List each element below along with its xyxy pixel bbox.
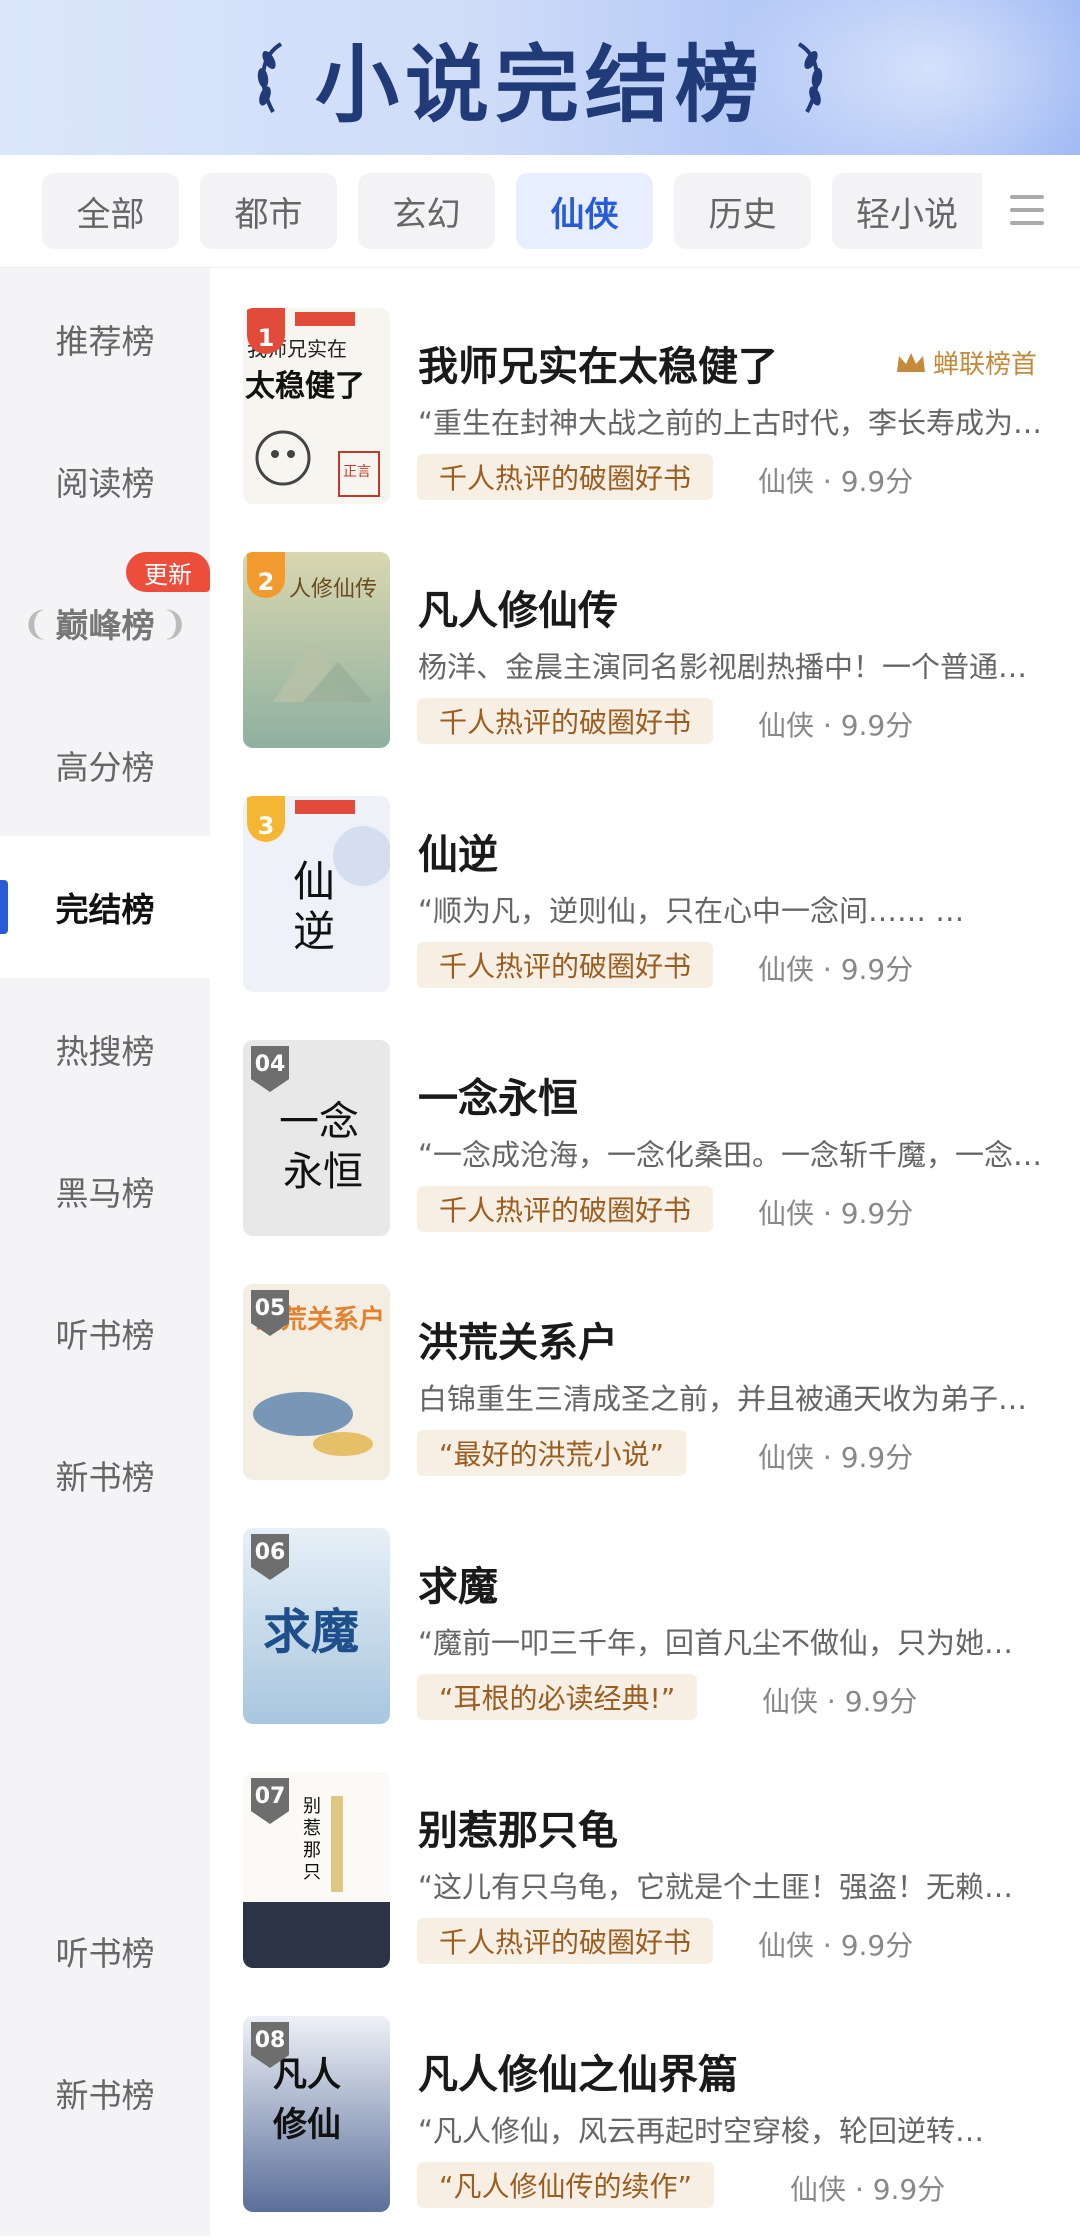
new-badge: 更新 — [126, 552, 210, 592]
svg-text:人修仙传: 人修仙传 — [289, 577, 377, 602]
list-item[interactable]: 洪荒关系户 05 洪荒关系户 白锦重生三清成圣之前，并且被通天收为弟子… “最好… — [210, 1264, 1080, 1508]
list-item[interactable]: 求魔 06 求魔 “魔前一叩三千年，回首凡尘不做仙，只为她… “耳根的必读经典!… — [210, 1508, 1080, 1752]
svg-text:惹: 惹 — [303, 1818, 321, 1839]
book-tag: 千人热评的破圈好书 — [417, 454, 714, 500]
book-meta: 仙侠 · 9.9分 — [758, 953, 914, 986]
book-tag: 千人热评的破圈好书 — [417, 698, 714, 744]
category-tabs: 全部 都市 玄幻 仙侠 历史 轻小说 — [0, 155, 1080, 268]
active-indicator — [0, 880, 8, 934]
sidebar-item-new-books[interactable]: 新书榜 — [0, 1404, 210, 1546]
page-title-group: 小说完结榜 — [0, 28, 1080, 134]
tab-history[interactable]: 历史 — [674, 173, 811, 249]
book-cover[interactable]: 仙 逆 3 — [243, 796, 390, 992]
book-list: 我师兄实在 太稳健了 正言 1 我师兄实在太稳健了 蝉联榜首 “重生在封神大战之… — [210, 268, 1080, 2236]
sidebar-item-new-books-2[interactable]: 新书榜 — [0, 2022, 210, 2164]
svg-text:求魔: 求魔 — [263, 1604, 359, 1660]
book-tag: “耳根的必读经典!” — [417, 1674, 698, 1720]
book-meta: 仙侠 · 9.9分 — [758, 709, 914, 742]
book-desc: “一念成沧海，一念化桑田。一念斩千魔，一念诛… — [418, 1138, 1044, 1172]
book-tag: “凡人修仙传的续作” — [417, 2162, 715, 2208]
svg-text:别: 别 — [303, 1796, 321, 1817]
rank-badge: 1 — [247, 308, 285, 354]
sidebar-item-label: 巅峰榜 — [55, 606, 155, 645]
book-title[interactable]: 凡人修仙传 — [418, 578, 618, 636]
book-desc: “顺为凡，逆则仙，只在心中一念间…… … — [418, 894, 965, 928]
list-item[interactable]: 我师兄实在 太稳健了 正言 1 我师兄实在太稳健了 蝉联榜首 “重生在封神大战之… — [210, 288, 1080, 532]
book-tag: 千人热评的破圈好书 — [417, 942, 714, 988]
book-title[interactable]: 别惹那只龟 — [418, 1798, 618, 1856]
book-desc: 白锦重生三清成圣之前，并且被通天收为弟子… — [418, 1382, 1028, 1416]
book-cover[interactable]: 凡人 修仙 08 — [243, 2016, 390, 2212]
laurel-left-icon: ❨ — [21, 603, 50, 643]
book-desc: “这儿有只乌龟，它就是个土匪！强盗！无赖… — [418, 1870, 1014, 1904]
book-cover[interactable]: 一念 永恒 04 — [243, 1040, 390, 1236]
book-title[interactable]: 洪荒关系户 — [418, 1310, 618, 1368]
book-cover[interactable]: 别 惹 那 只 07 — [243, 1772, 390, 1968]
svg-text:永恒: 永恒 — [283, 1149, 363, 1195]
list-item[interactable]: 仙 逆 3 仙逆 “顺为凡，逆则仙，只在心中一念间…… … 千人热评的破圈好书 … — [210, 776, 1080, 1020]
book-title[interactable]: 凡人修仙之仙界篇 — [418, 2042, 738, 2100]
tab-xianxia[interactable]: 仙侠 — [516, 173, 653, 249]
tab-light-novel[interactable]: 轻小说 — [832, 173, 982, 249]
svg-text:正言: 正言 — [343, 464, 371, 480]
book-title[interactable]: 我师兄实在太稳健了 — [418, 334, 778, 392]
rank-badge: 2 — [247, 552, 285, 598]
book-tag: “最好的洪荒小说” — [417, 1430, 687, 1476]
book-cover[interactable]: 求魔 06 — [243, 1528, 390, 1724]
left-laurel-icon — [257, 42, 283, 113]
svg-text:只: 只 — [303, 1862, 321, 1883]
list-item[interactable]: 人修仙传 2 凡人修仙传 杨洋、金晨主演同名影视剧热播中！一个普通山村… 千人热… — [210, 532, 1080, 776]
sidebar-item-recommend[interactable]: 推荐榜 — [0, 268, 210, 410]
crown-label: 蝉联榜首 — [895, 344, 1037, 381]
sidebar-item-completed[interactable]: 完结榜 — [0, 836, 210, 978]
tab-fantasy[interactable]: 玄幻 — [358, 173, 495, 249]
sidebar-item-audiobook-2[interactable]: 听书榜 — [0, 1880, 210, 2022]
book-meta: 仙侠 · 9.9分 — [758, 1197, 914, 1230]
book-meta: 仙侠 · 9.9分 — [758, 1929, 914, 1962]
book-meta: 仙侠 · 9.9分 — [762, 1685, 918, 1718]
book-meta: 仙侠 · 9.9分 — [758, 465, 914, 498]
right-laurel-icon — [797, 42, 823, 113]
sidebar-item-dark-horse[interactable]: 黑马榜 — [0, 1120, 210, 1262]
sidebar-item-reading[interactable]: 阅读榜 — [0, 410, 210, 552]
tab-all[interactable]: 全部 — [42, 173, 179, 249]
list-item[interactable]: 一念 永恒 04 一念永恒 “一念成沧海，一念化桑田。一念斩千魔，一念诛… 千人… — [210, 1020, 1080, 1264]
book-title[interactable]: 求魔 — [418, 1554, 498, 1612]
svg-text:修仙: 修仙 — [272, 2105, 341, 2145]
svg-text:那: 那 — [303, 1840, 321, 1861]
svg-text:仙: 仙 — [293, 857, 335, 906]
svg-text:太稳健了: 太稳健了 — [245, 369, 365, 404]
svg-text:凡人: 凡人 — [273, 2055, 341, 2095]
crown-text: 蝉联榜首 — [933, 350, 1038, 380]
book-cover[interactable]: 人修仙传 2 — [243, 552, 390, 748]
book-desc: 杨洋、金晨主演同名影视剧热播中！一个普通山村… — [418, 650, 1044, 684]
sidebar-item-high-score[interactable]: 高分榜 — [0, 694, 210, 836]
header-banner: 小说完结榜 — [0, 0, 1080, 155]
sidebar-item-label: 完结榜 — [55, 890, 155, 929]
laurel-right-icon: ❩ — [160, 603, 189, 643]
book-meta: 仙侠 · 9.9分 — [790, 2173, 946, 2206]
book-desc: “凡人修仙，风云再起时空穿梭，轮回逆转… — [418, 2114, 985, 2148]
book-tag: 千人热评的破圈好书 — [417, 1918, 714, 1964]
book-meta: 仙侠 · 9.9分 — [758, 1441, 914, 1474]
list-item[interactable]: 凡人 修仙 08 凡人修仙之仙界篇 “凡人修仙，风云再起时空穿梭，轮回逆转… “… — [210, 1996, 1080, 2240]
page-title: 小说完结榜 — [314, 34, 765, 134]
list-item[interactable]: 别 惹 那 只 07 别惹那只龟 “这儿有只乌龟，它就是个土匪！强盗！无赖… 千… — [210, 1752, 1080, 1996]
rank-badge: 3 — [247, 796, 285, 842]
crown-icon — [897, 352, 925, 372]
svg-text:逆: 逆 — [293, 907, 335, 956]
book-cover[interactable]: 我师兄实在 太稳健了 正言 1 — [243, 308, 390, 504]
book-desc: “重生在封神大战之前的上古时代，李长寿成为了… — [418, 406, 1044, 440]
svg-text:一念: 一念 — [279, 1099, 359, 1145]
sidebar-item-hot-search[interactable]: 热搜榜 — [0, 978, 210, 1120]
menu-icon[interactable] — [1010, 195, 1044, 225]
book-desc: “魔前一叩三千年，回首凡尘不做仙，只为她… — [418, 1626, 1014, 1660]
book-title[interactable]: 仙逆 — [418, 822, 498, 880]
tab-urban[interactable]: 都市 — [200, 173, 337, 249]
book-title[interactable]: 一念永恒 — [418, 1066, 578, 1124]
sidebar-item-audiobook[interactable]: 听书榜 — [0, 1262, 210, 1404]
book-cover[interactable]: 洪荒关系户 05 — [243, 1284, 390, 1480]
book-tag: 千人热评的破圈好书 — [417, 1186, 714, 1232]
